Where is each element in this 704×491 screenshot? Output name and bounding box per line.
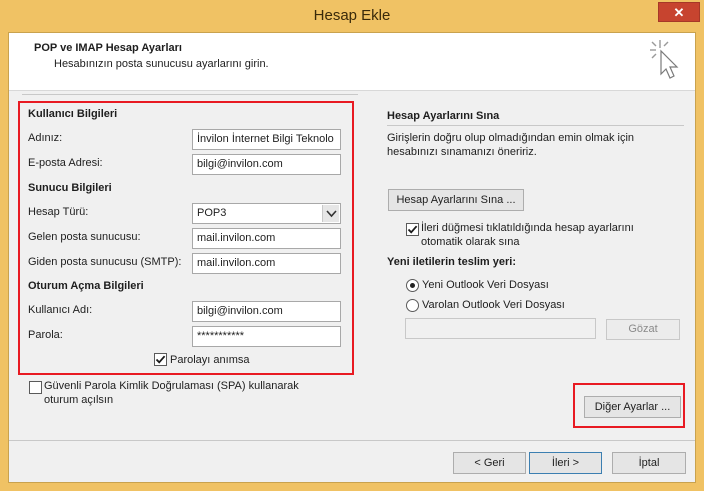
spa-label-line1[interactable]: Güvenli Parola Kimlik Doğrulaması (SPA) … — [44, 380, 299, 392]
header-separator — [22, 94, 358, 95]
back-button[interactable]: < Geri — [453, 452, 526, 474]
cancel-button[interactable]: İptal — [612, 452, 686, 474]
delivery-title: Yeni iletilerin teslim yeri: — [387, 256, 516, 268]
username-label: Kullanıcı Adı: — [28, 304, 93, 316]
incoming-server-field[interactable]: mail.invilon.com — [192, 228, 341, 249]
password-field[interactable]: *********** — [192, 326, 341, 347]
auto-test-checkbox[interactable] — [406, 223, 419, 236]
close-button[interactable]: ✕ — [658, 2, 700, 22]
account-type-label: Hesap Türü: — [28, 206, 89, 218]
footer-separator — [9, 440, 695, 441]
radio-selected-dot — [410, 283, 415, 288]
email-field[interactable]: bilgi@invilon.com — [192, 154, 341, 175]
auto-test-label-line2[interactable]: otomatik olarak sına — [421, 236, 519, 248]
test-settings-title: Hesap Ayarlarını Sına — [387, 110, 500, 122]
server-info-group-label: Sunucu Bilgileri — [28, 182, 112, 194]
email-label: E-posta Adresi: — [28, 157, 103, 169]
checkmark-icon — [407, 225, 418, 234]
name-field[interactable]: İnvilon İnternet Bilgi Teknolo — [192, 129, 341, 150]
remember-password-checkbox[interactable] — [154, 353, 167, 366]
more-settings-button[interactable]: Diğer Ayarlar ... — [584, 396, 681, 418]
username-field[interactable]: bilgi@invilon.com — [192, 301, 341, 322]
checkmark-icon — [155, 355, 166, 364]
chevron-down-icon[interactable] — [322, 205, 339, 222]
test-description-line1: Girişlerin doğru olup olmadığından emin … — [387, 132, 635, 144]
spa-label-line2[interactable]: oturum açılsın — [44, 394, 113, 406]
window-title: Hesap Ekle — [313, 7, 391, 24]
user-info-group-label: Kullanıcı Bilgileri — [28, 108, 118, 120]
auto-test-label-line1[interactable]: İleri düğmesi tıklatıldığında hesap ayar… — [421, 222, 634, 234]
new-data-file-label[interactable]: Yeni Outlook Veri Dosyası — [422, 279, 549, 291]
account-type-select[interactable]: POP3 — [192, 203, 341, 224]
spa-checkbox[interactable] — [29, 381, 42, 394]
wizard-cursor-icon — [646, 36, 686, 84]
existing-data-file-radio[interactable] — [406, 299, 419, 312]
existing-data-file-label[interactable]: Varolan Outlook Veri Dosyası — [422, 299, 565, 311]
incoming-server-label: Gelen posta sunucusu: — [28, 231, 141, 243]
outgoing-server-field[interactable]: mail.invilon.com — [192, 253, 341, 274]
login-info-group-label: Oturum Açma Bilgileri — [28, 280, 144, 292]
header-subtitle: Hesabınızın posta sunucusu ayarlarını gi… — [54, 58, 269, 70]
outgoing-server-label: Giden posta sunucusu (SMTP): — [28, 256, 182, 268]
test-settings-button[interactable]: Hesap Ayarlarını Sına ... — [388, 189, 524, 211]
new-data-file-radio[interactable] — [406, 279, 419, 292]
remember-password-label[interactable]: Parolayı anımsa — [170, 354, 249, 366]
test-description-line2: hesabınızı sınamanızı öneririz. — [387, 146, 537, 158]
account-type-value: POP3 — [197, 207, 227, 219]
name-label: Adınız: — [28, 132, 63, 144]
password-label: Parola: — [28, 329, 63, 341]
next-button[interactable]: İleri > — [529, 452, 602, 474]
browse-button[interactable]: Gözat — [606, 319, 680, 340]
header-title: POP ve IMAP Hesap Ayarları — [34, 42, 182, 54]
test-settings-separator — [387, 125, 684, 126]
data-file-path-field[interactable] — [405, 318, 596, 339]
